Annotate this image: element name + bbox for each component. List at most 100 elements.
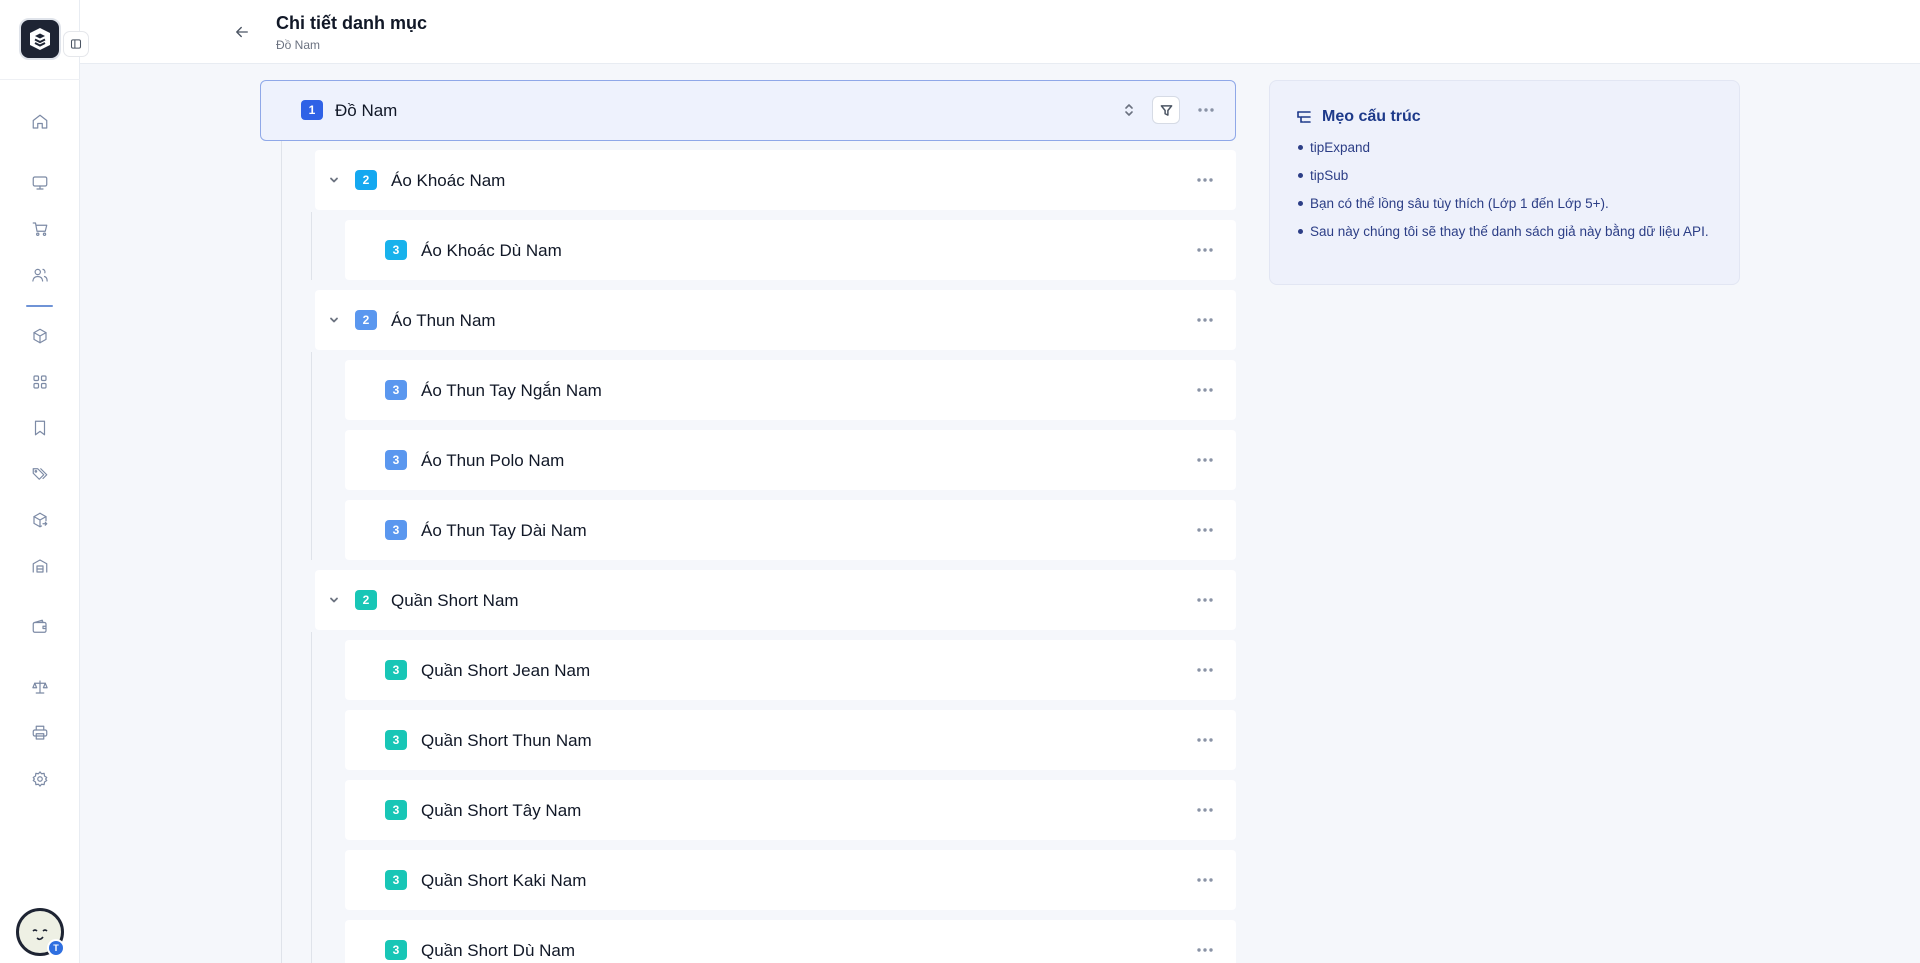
row-more-button[interactable] bbox=[1193, 448, 1217, 472]
users-icon bbox=[32, 268, 48, 282]
nav-collections[interactable] bbox=[28, 416, 52, 440]
tip-item: tipSub bbox=[1292, 166, 1712, 185]
tips-list: tipExpand tipSub Bạn có thể lồng sâu tùy… bbox=[1292, 138, 1712, 250]
row-more-button[interactable] bbox=[1193, 308, 1217, 332]
nav-returns[interactable] bbox=[28, 508, 52, 532]
nav-home[interactable] bbox=[28, 110, 52, 134]
nav-orders[interactable] bbox=[28, 217, 52, 241]
nav-products[interactable] bbox=[28, 324, 52, 348]
nav-warehouse[interactable] bbox=[28, 554, 52, 578]
row-more-button[interactable] bbox=[1193, 588, 1217, 612]
tip-item: Sau này chúng tôi sẽ thay thế danh sách … bbox=[1292, 222, 1712, 241]
sidebar-toggle-icon bbox=[70, 39, 82, 49]
row-more-button[interactable] bbox=[1193, 938, 1217, 962]
row-more-button[interactable] bbox=[1193, 658, 1217, 682]
warehouse-icon bbox=[32, 559, 48, 573]
tree-row[interactable]: 2 Áo Khoác Nam bbox=[315, 150, 1236, 210]
row-more-button[interactable] bbox=[1193, 868, 1217, 892]
tree-row[interactable]: 2 Áo Thun Nam bbox=[315, 290, 1236, 350]
row-more-button[interactable] bbox=[1193, 378, 1217, 402]
tree-row[interactable]: 2 Quần Short Nam bbox=[315, 570, 1236, 630]
tree-row[interactable]: 3 Áo Thun Tay Ngắn Nam bbox=[345, 360, 1236, 420]
tree-row[interactable]: 3 Quần Short Kaki Nam bbox=[345, 850, 1236, 910]
level-badge: 3 bbox=[385, 380, 407, 400]
tree-row[interactable]: 3 Áo Thun Polo Nam bbox=[345, 430, 1236, 490]
more-horizontal-icon bbox=[1198, 108, 1214, 112]
tree-row[interactable]: 3 Quần Short Dù Nam bbox=[345, 920, 1236, 963]
page-subtitle: Đồ Nam bbox=[276, 38, 321, 52]
structure-tips-panel: Mẹo cấu trúc tipExpand tipSub Bạn có thể… bbox=[1269, 80, 1740, 285]
chevron-down-icon bbox=[330, 177, 338, 183]
nav-settings[interactable] bbox=[28, 767, 52, 791]
nav-wallet[interactable] bbox=[28, 615, 52, 639]
row-more-button[interactable] bbox=[1193, 238, 1217, 262]
row-more-button[interactable] bbox=[1193, 728, 1217, 752]
nav-tags[interactable] bbox=[28, 462, 52, 486]
nav-balance[interactable] bbox=[28, 675, 52, 699]
more-horizontal-icon bbox=[1197, 878, 1213, 882]
tree-row-root[interactable]: 1 Đồ Nam bbox=[260, 80, 1236, 141]
level-badge: 3 bbox=[385, 940, 407, 960]
tree-row[interactable]: 3 Quần Short Jean Nam bbox=[345, 640, 1236, 700]
more-horizontal-icon bbox=[1197, 178, 1213, 182]
expand-toggle[interactable] bbox=[326, 592, 342, 608]
back-button[interactable] bbox=[230, 20, 254, 44]
box-icon bbox=[33, 328, 47, 344]
more-horizontal-icon bbox=[1197, 738, 1213, 742]
row-label: Áo Thun Tay Ngắn Nam bbox=[421, 381, 602, 400]
row-more-button[interactable] bbox=[1193, 798, 1217, 822]
nav-categories[interactable] bbox=[28, 370, 52, 394]
sidebar: T bbox=[0, 0, 80, 963]
filter-button[interactable] bbox=[1152, 96, 1180, 124]
row-more-button[interactable] bbox=[1193, 518, 1217, 542]
level-badge: 2 bbox=[355, 310, 377, 330]
arrow-left-icon bbox=[236, 26, 248, 38]
more-horizontal-icon bbox=[1197, 808, 1213, 812]
more-horizontal-icon bbox=[1197, 948, 1213, 952]
settings-icon bbox=[32, 771, 48, 787]
row-label: Áo Thun Tay Dài Nam bbox=[421, 521, 587, 540]
row-label: Đồ Nam bbox=[335, 101, 398, 120]
row-more-button[interactable] bbox=[1193, 168, 1217, 192]
level-badge: 1 bbox=[301, 100, 323, 120]
row-label: Áo Khoác Nam bbox=[391, 171, 506, 190]
more-horizontal-icon bbox=[1197, 458, 1213, 462]
row-label: Quần Short Dù Nam bbox=[421, 941, 576, 960]
tree-row[interactable]: 3 Quần Short Tây Nam bbox=[345, 780, 1236, 840]
nav-divider bbox=[26, 305, 53, 307]
app-logo[interactable] bbox=[19, 18, 61, 60]
printer-icon bbox=[32, 725, 48, 740]
level-badge: 2 bbox=[355, 590, 377, 610]
tree-row[interactable]: 3 Áo Khoác Dù Nam bbox=[345, 220, 1236, 280]
tree-row[interactable]: 3 Áo Thun Tay Dài Nam bbox=[345, 500, 1236, 560]
level-badge: 3 bbox=[385, 870, 407, 890]
more-horizontal-icon bbox=[1197, 248, 1213, 252]
more-horizontal-icon bbox=[1197, 598, 1213, 602]
row-label: Quần Short Nam bbox=[391, 591, 519, 610]
tree-guide-line bbox=[311, 352, 312, 560]
level-badge: 3 bbox=[385, 660, 407, 680]
list-tree-icon bbox=[1296, 109, 1314, 127]
nav-print[interactable] bbox=[28, 721, 52, 745]
expand-toggle[interactable] bbox=[326, 312, 342, 328]
row-more-button[interactable] bbox=[1194, 98, 1218, 122]
chevron-down-icon bbox=[330, 317, 338, 323]
chevrons-up-down-icon bbox=[1125, 104, 1133, 116]
level-badge: 3 bbox=[385, 800, 407, 820]
level-badge: 2 bbox=[355, 170, 377, 190]
page-header: Chi tiết danh mục Đồ Nam bbox=[80, 0, 1920, 64]
layers-logo-icon bbox=[30, 28, 50, 50]
nav-customers[interactable] bbox=[28, 263, 52, 287]
nav-dashboard[interactable] bbox=[28, 171, 52, 195]
sort-toggle[interactable] bbox=[1121, 99, 1137, 121]
tree-guide-line bbox=[311, 632, 312, 963]
more-horizontal-icon bbox=[1197, 528, 1213, 532]
more-horizontal-icon bbox=[1197, 668, 1213, 672]
expand-toggle[interactable] bbox=[326, 172, 342, 188]
page-title: Chi tiết danh mục bbox=[276, 13, 428, 33]
row-label: Áo Thun Nam bbox=[391, 311, 496, 330]
tags-icon bbox=[32, 468, 48, 480]
tree-row[interactable]: 3 Quần Short Thun Nam bbox=[345, 710, 1236, 770]
sidebar-toggle-button[interactable] bbox=[63, 31, 89, 57]
row-label: Quần Short Jean Nam bbox=[421, 661, 591, 680]
